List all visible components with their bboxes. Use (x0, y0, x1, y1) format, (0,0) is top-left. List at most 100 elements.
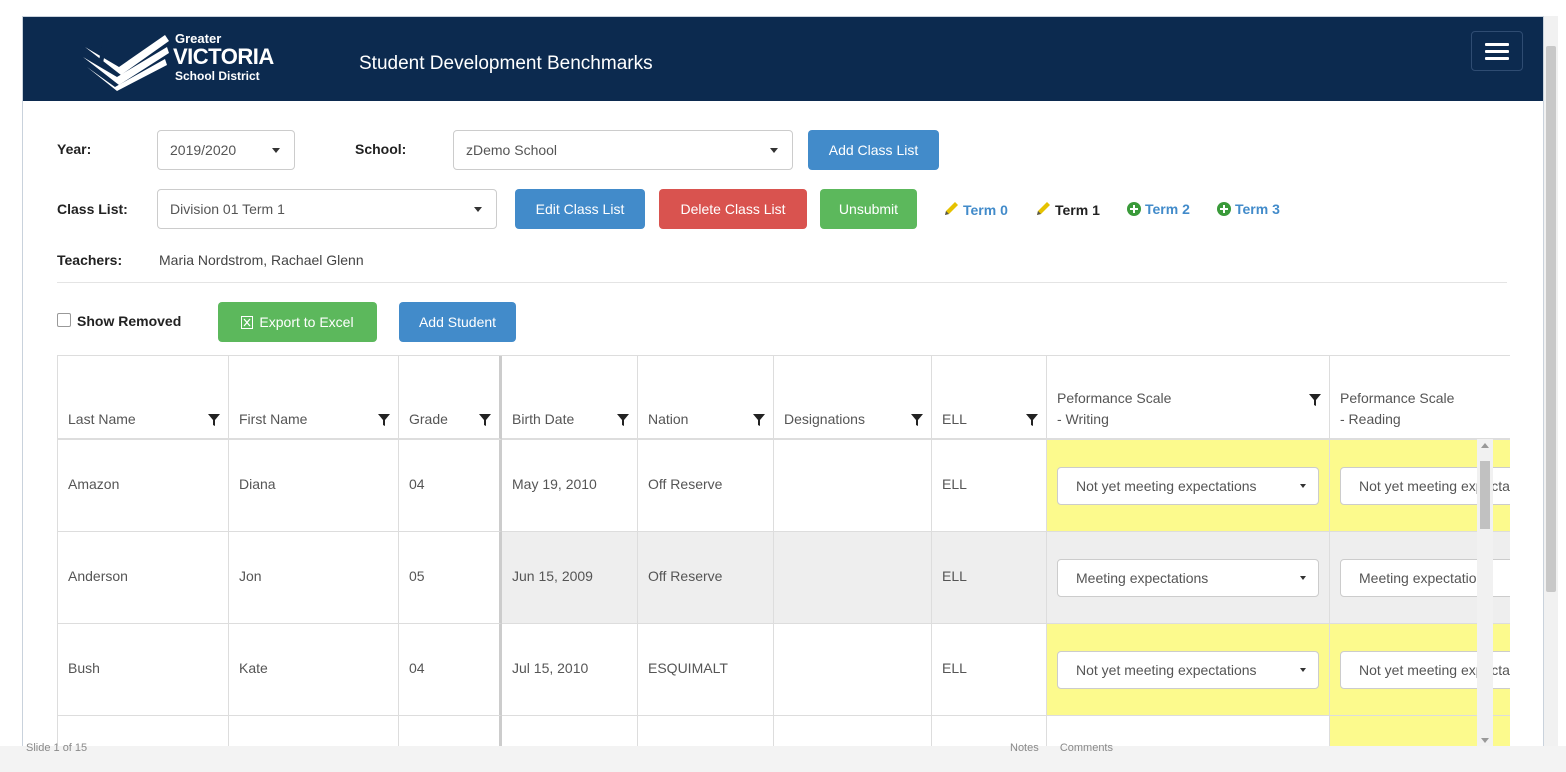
show-removed-toggle[interactable]: Show Removed (57, 313, 181, 329)
term-2-link[interactable]: Term 2 (1127, 201, 1190, 217)
column-header-birth-date[interactable]: Birth Date (502, 356, 638, 440)
column-header-ell[interactable]: ELL (932, 356, 1047, 440)
book-logo-icon (83, 35, 169, 91)
school-select[interactable]: zDemo School (453, 130, 793, 170)
writing-select[interactable]: Not yet meeting expectations (1057, 651, 1319, 689)
cell-designations (774, 532, 932, 624)
cell-text: Jun 15, 2009 (512, 568, 593, 584)
chevron-down-icon (272, 148, 280, 153)
school-select-value: zDemo School (466, 142, 558, 158)
term-0-label: Term 0 (963, 202, 1008, 218)
cell-last-name: Amazon (58, 440, 229, 532)
term-3-label: Term 3 (1235, 201, 1280, 217)
cell-grade: 05 (399, 532, 502, 624)
chevron-down-icon (770, 148, 778, 153)
cell-birth-date: May 19, 2010 (502, 440, 638, 532)
grid-scrollbar[interactable] (1477, 439, 1493, 747)
column-header-nation[interactable]: Nation (638, 356, 774, 440)
cell-writing: Meeting expectations (1047, 532, 1330, 624)
filter-icon[interactable] (753, 414, 765, 426)
page-scrollbar[interactable] (1544, 16, 1558, 746)
column-header-label: Grade (409, 411, 448, 427)
add-class-list-button[interactable]: Add Class List (808, 130, 939, 170)
cell-designations (774, 716, 932, 747)
district-logo[interactable]: Greater VICTORIA School District (81, 29, 291, 91)
chevron-down-icon (474, 207, 482, 212)
column-header-label: Designations (784, 411, 865, 427)
filter-icon[interactable] (479, 414, 491, 426)
filter-icon[interactable] (208, 414, 220, 426)
cell-first-name (229, 716, 399, 747)
year-select[interactable]: 2019/2020 (157, 130, 295, 170)
column-header-label: Peformance Scale - Writing (1057, 388, 1171, 430)
cell-text: Anderson (68, 568, 128, 584)
page-scrollbar-thumb[interactable] (1546, 46, 1556, 592)
cell-ell: ELL (932, 532, 1047, 624)
filter-icon[interactable] (617, 414, 629, 426)
hamburger-icon-bar (1485, 50, 1509, 53)
cell-ell: ELL (932, 624, 1047, 716)
column-header-label: Birth Date (512, 411, 575, 427)
cell-text: Kate (239, 660, 268, 676)
column-header-first-name[interactable]: First Name (229, 356, 399, 440)
app-window: Greater VICTORIA School District Student… (22, 16, 1544, 748)
column-header-line-2: - Reading (1340, 411, 1401, 427)
cell-text: ELL (942, 660, 967, 676)
cell-nation: Off Reserve (638, 532, 774, 624)
app-title: Student Development Benchmarks (359, 53, 653, 74)
edit-class-list-button[interactable]: Edit Class List (515, 189, 645, 229)
reading-select-value: Meeting expectations (1359, 570, 1492, 586)
scroll-down-icon[interactable] (1481, 738, 1489, 743)
add-student-button[interactable]: Add Student (399, 302, 516, 342)
year-select-value: 2019/2020 (170, 142, 237, 158)
show-removed-label: Show Removed (77, 313, 182, 329)
column-header-label: Nation (648, 411, 689, 427)
status-bar-slide-count: Slide 1 of 15 (26, 742, 88, 754)
filter-icon[interactable] (1026, 414, 1038, 426)
term-2-label: Term 2 (1145, 201, 1190, 217)
scroll-up-icon[interactable] (1481, 443, 1489, 448)
column-header-reading[interactable]: Peformance Scale - Reading (1330, 356, 1510, 440)
column-header-line-2: - Writing (1057, 411, 1109, 427)
logo-victoria-text: VICTORIA (173, 44, 274, 69)
column-header-last-name[interactable]: Last Name (58, 356, 229, 440)
filter-icon[interactable] (378, 414, 390, 426)
notes-button[interactable]: Notes (1010, 742, 1039, 754)
cell-text: May 19, 2010 (512, 476, 597, 492)
export-to-excel-label: Export to Excel (259, 314, 354, 330)
cell-text: Diana (239, 476, 276, 492)
term-3-link[interactable]: Term 3 (1217, 201, 1280, 217)
cell-grade: 04 (399, 440, 502, 532)
writing-select[interactable]: Not yet meeting expectations (1057, 467, 1319, 505)
cell-ell: ELL (932, 440, 1047, 532)
column-header-line-1: Peformance Scale (1340, 390, 1455, 406)
class-list-select[interactable]: Division 01 Term 1 (157, 189, 497, 229)
cell-nation: Off Reserve (638, 440, 774, 532)
pencil-icon (1037, 202, 1050, 215)
show-removed-checkbox[interactable] (57, 313, 71, 327)
hamburger-menu-button[interactable] (1471, 31, 1523, 71)
export-to-excel-button[interactable]: Export to Excel (218, 302, 377, 342)
column-header-grade[interactable]: Grade (399, 356, 502, 440)
term-0-link[interactable]: Term 0 (943, 201, 1008, 218)
class-list-select-value: Division 01 Term 1 (170, 201, 285, 217)
column-header-designations[interactable]: Designations (774, 356, 932, 440)
column-header-writing[interactable]: Peformance Scale - Writing (1047, 356, 1330, 440)
delete-class-list-button[interactable]: Delete Class List (659, 189, 807, 229)
cell-text: 04 (409, 476, 425, 492)
cell-designations (774, 440, 932, 532)
class-list-label: Class List: (57, 201, 128, 217)
cell-grade: 04 (399, 624, 502, 716)
status-bar-right: Notes Comments (1010, 742, 1131, 754)
filter-icon[interactable] (1309, 394, 1321, 406)
unsubmit-button[interactable]: Unsubmit (820, 189, 917, 229)
writing-select[interactable]: Meeting expectations (1057, 559, 1319, 597)
cell-text: Off Reserve (648, 476, 723, 492)
filter-icon[interactable] (911, 414, 923, 426)
cell-nation (638, 716, 774, 747)
cell-text: Jon (239, 568, 262, 584)
cell-text: ELL (942, 476, 967, 492)
comments-button[interactable]: Comments (1060, 742, 1113, 754)
grid-scrollbar-thumb[interactable] (1480, 461, 1490, 529)
term-1-link[interactable]: Term 1 (1035, 201, 1100, 218)
